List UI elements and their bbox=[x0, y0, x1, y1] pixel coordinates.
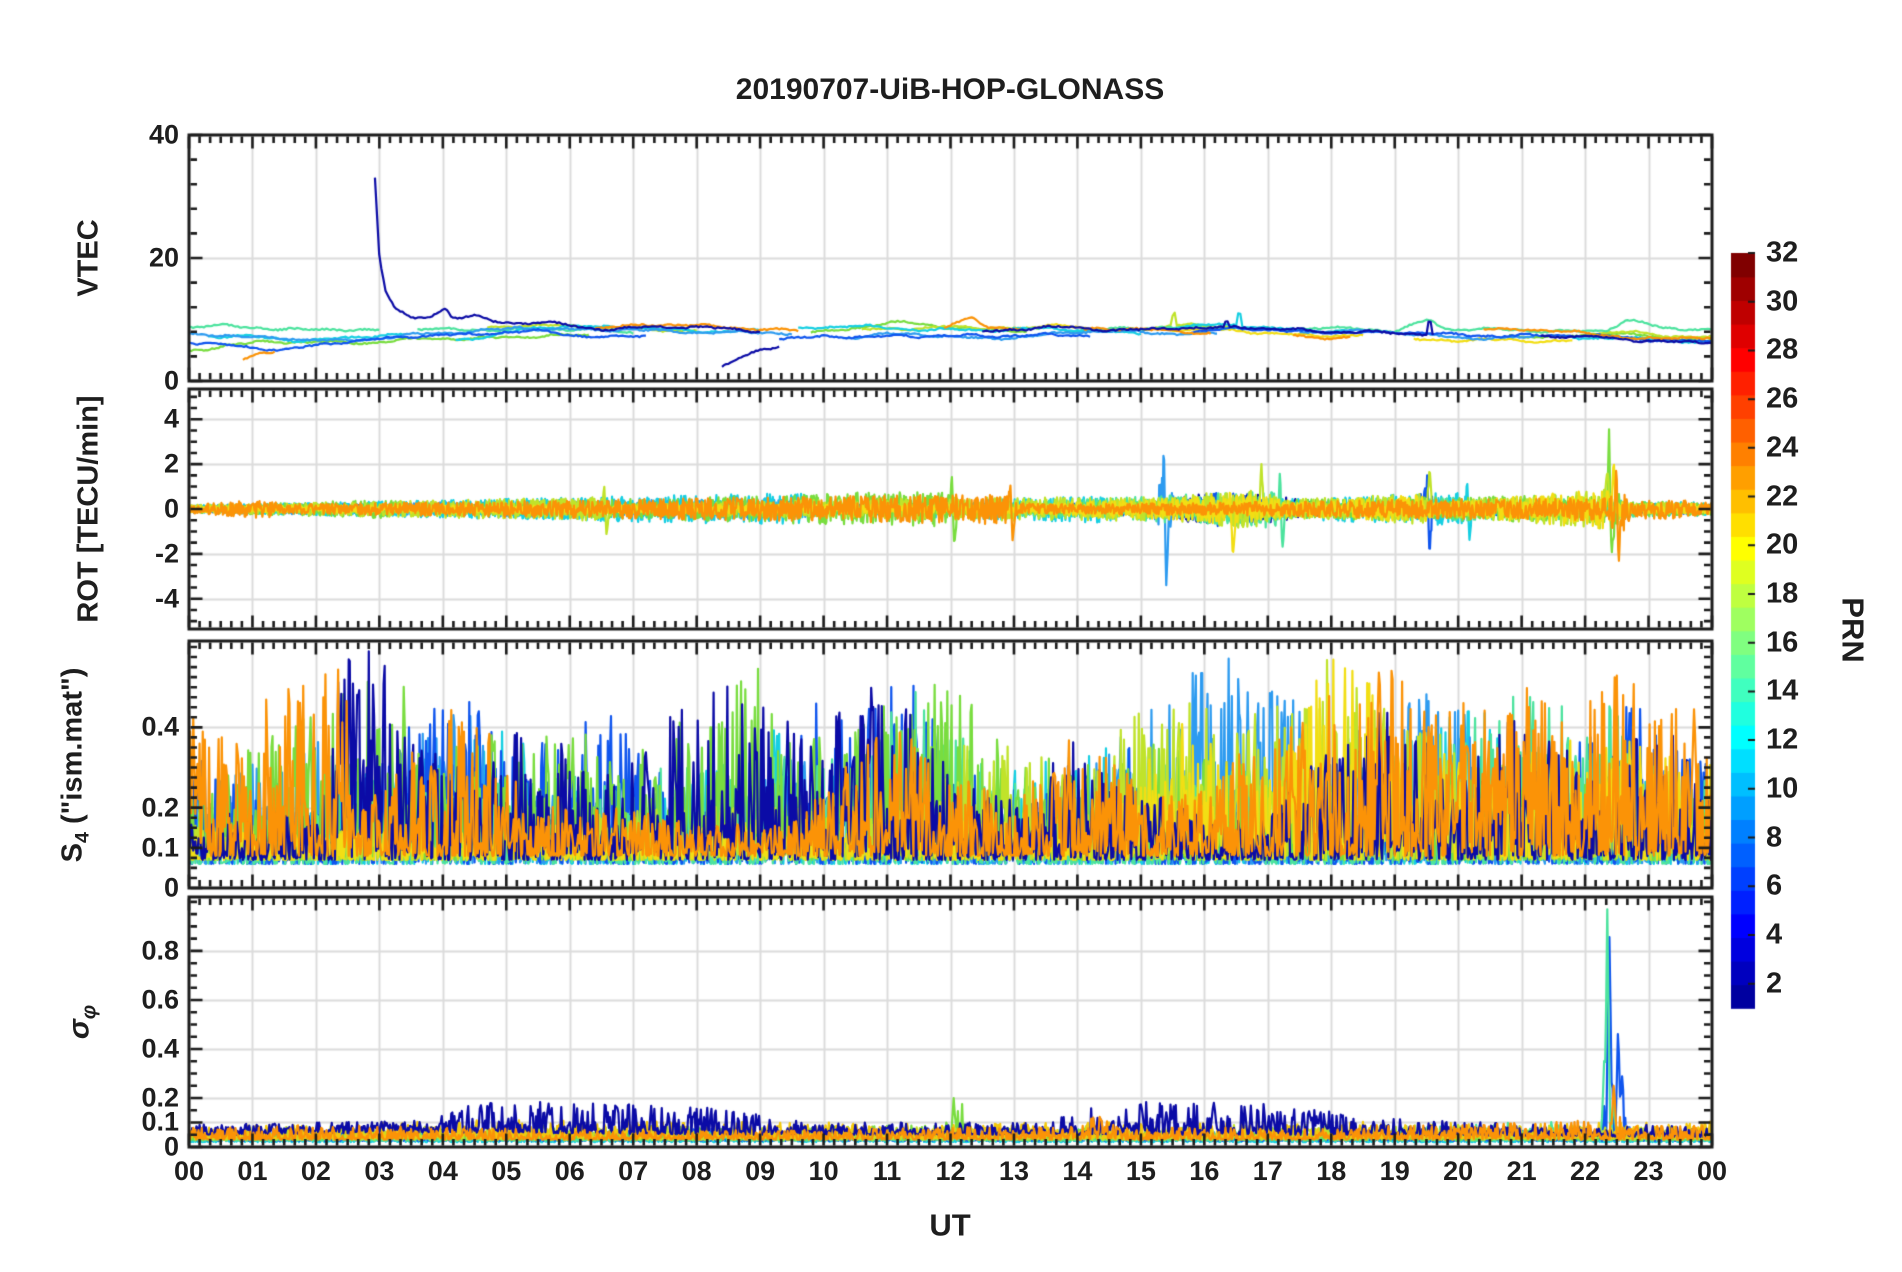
y-tick-label-p3-0.4: 0.4 bbox=[141, 711, 179, 742]
y-tick-label-p1-0: 0 bbox=[163, 365, 179, 396]
x-tick-label-21: 21 bbox=[1506, 1156, 1537, 1186]
x-tick-label-11: 11 bbox=[872, 1156, 902, 1186]
x-axis-label: UT bbox=[929, 1207, 971, 1243]
s4-prefix: S bbox=[56, 843, 89, 863]
x-tick-label-19: 19 bbox=[1379, 1156, 1410, 1186]
x-tick-label-22: 22 bbox=[1570, 1156, 1601, 1186]
x-tick-label-7: 07 bbox=[618, 1156, 649, 1186]
colorbar-tick-label-18: 18 bbox=[1766, 577, 1799, 610]
y-axis-label-rot: ROT [TECU/min] bbox=[72, 395, 105, 623]
colorbar-tick-label-12: 12 bbox=[1766, 723, 1799, 756]
y-tick-label-p4-0.2: 0.2 bbox=[141, 1082, 179, 1113]
x-tick-label-23: 23 bbox=[1633, 1156, 1664, 1186]
x-tick-label-5: 05 bbox=[491, 1156, 522, 1186]
x-tick-label-15: 15 bbox=[1125, 1156, 1156, 1186]
x-tick-label-10: 10 bbox=[808, 1156, 839, 1186]
x-tick-label-14: 14 bbox=[1062, 1156, 1093, 1186]
y-tick-label-p2-0: 0 bbox=[163, 493, 179, 524]
colorbar-tick-label-10: 10 bbox=[1766, 772, 1799, 805]
y-tick-label-p1-20: 20 bbox=[148, 242, 179, 273]
colorbar-tick-label-28: 28 bbox=[1766, 333, 1799, 366]
x-tick-label-12: 12 bbox=[935, 1156, 966, 1186]
colorbar-tick-label-8: 8 bbox=[1766, 821, 1783, 854]
colorbar-tick-label-14: 14 bbox=[1766, 674, 1799, 707]
x-tick-label-4: 04 bbox=[427, 1156, 458, 1186]
phi-subscript: φ bbox=[78, 1004, 101, 1020]
colorbar-tick-label-16: 16 bbox=[1766, 626, 1799, 659]
s4-subscript: 4 bbox=[71, 832, 94, 844]
x-tick-label-24: 00 bbox=[1696, 1156, 1728, 1186]
x-tick-label-16: 16 bbox=[1189, 1156, 1220, 1186]
y-axis-label-sigma-phi: σφ bbox=[62, 1004, 101, 1040]
y-axis-label-vtec: VTEC bbox=[72, 219, 105, 297]
y-tick-label-p4-0: 0 bbox=[163, 1131, 179, 1162]
y-tick-label-p2-2: 2 bbox=[163, 448, 179, 479]
y-tick-label-p2--4: -4 bbox=[154, 583, 179, 614]
y-tick-label-p1-40: 40 bbox=[148, 119, 179, 150]
colorbar-tick-label-4: 4 bbox=[1766, 918, 1783, 951]
colorbar-tick-label-26: 26 bbox=[1766, 382, 1799, 415]
x-tick-label-8: 08 bbox=[681, 1156, 712, 1186]
plot-canvas bbox=[0, 0, 1902, 1272]
x-tick-label-3: 03 bbox=[364, 1156, 395, 1186]
colorbar-tick-label-32: 32 bbox=[1766, 236, 1799, 269]
sigma-symbol: σ bbox=[62, 1019, 96, 1040]
y-tick-label-p3-0.1: 0.1 bbox=[141, 832, 179, 863]
s4-suffix: ("ism.mat") bbox=[56, 667, 89, 833]
chart-title: 20190707-UiB-HOP-GLONASS bbox=[735, 73, 1165, 106]
colorbar-tick-label-6: 6 bbox=[1766, 869, 1783, 902]
colorbar-tick-label-24: 24 bbox=[1766, 431, 1799, 464]
y-tick-label-p4-0.6: 0.6 bbox=[141, 984, 179, 1015]
colorbar-tick-label-30: 30 bbox=[1766, 285, 1799, 318]
x-tick-label-6: 06 bbox=[554, 1156, 585, 1186]
x-tick-label-20: 20 bbox=[1443, 1156, 1474, 1186]
x-tick-label-17: 17 bbox=[1252, 1156, 1283, 1186]
y-tick-label-p4-0.1: 0.1 bbox=[141, 1106, 179, 1137]
y-axis-label-s4: S4 ("ism.mat") bbox=[56, 667, 94, 863]
y-tick-label-p2-4: 4 bbox=[163, 403, 179, 434]
y-tick-label-p4-0.4: 0.4 bbox=[141, 1033, 179, 1064]
y-tick-label-p3-0.2: 0.2 bbox=[141, 792, 179, 823]
colorbar-tick-label-22: 22 bbox=[1766, 480, 1799, 513]
y-tick-label-p4-0.8: 0.8 bbox=[141, 935, 179, 966]
x-tick-label-18: 18 bbox=[1316, 1156, 1347, 1186]
x-tick-label-13: 13 bbox=[998, 1156, 1029, 1186]
y-tick-label-p3-0: 0 bbox=[163, 872, 179, 903]
figure: 20190707-UiB-HOP-GLONASS VTEC ROT [TECU/… bbox=[0, 0, 1902, 1272]
colorbar-tick-label-20: 20 bbox=[1766, 528, 1799, 561]
x-tick-label-2: 02 bbox=[300, 1156, 331, 1186]
y-tick-label-p2--2: -2 bbox=[154, 538, 179, 569]
colorbar-label: PRN bbox=[1835, 597, 1871, 663]
x-tick-label-9: 09 bbox=[745, 1156, 776, 1186]
x-tick-label-1: 01 bbox=[237, 1156, 268, 1186]
x-tick-label-0: 00 bbox=[173, 1156, 205, 1186]
colorbar-tick-label-2: 2 bbox=[1766, 967, 1783, 1000]
